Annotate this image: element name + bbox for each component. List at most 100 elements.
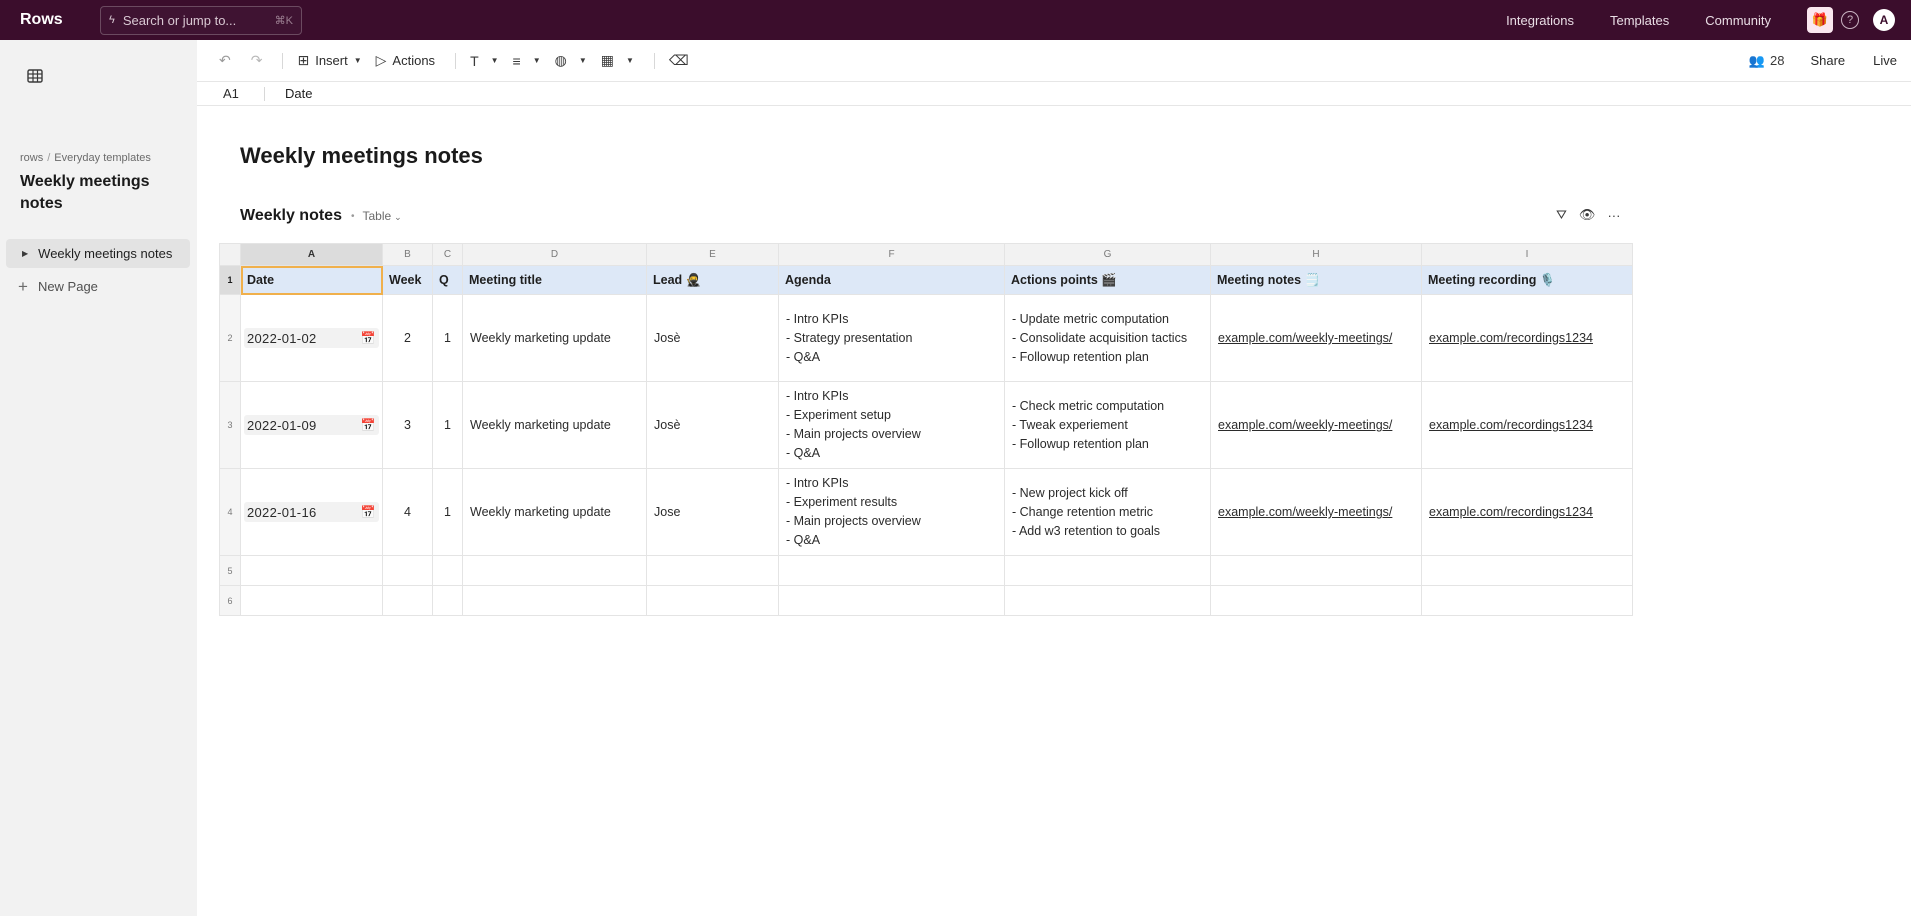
empty-cell[interactable] (240, 555, 383, 586)
redo-icon[interactable]: ↷ (251, 52, 263, 69)
meeting-recording-cell[interactable]: example.com/recordings1234 (1421, 468, 1633, 556)
eye-icon[interactable]: 👁 (1579, 207, 1596, 223)
date-picker[interactable]: 2022-01-09 📅 (244, 415, 379, 435)
avatar[interactable]: A (1873, 9, 1895, 31)
column-letter-f[interactable]: F (778, 243, 1005, 266)
quarter-cell[interactable]: 1 (432, 381, 463, 469)
meeting-title-cell[interactable]: Weekly marketing update (462, 468, 647, 556)
grid-corner[interactable] (219, 243, 241, 266)
header-cell-week[interactable]: Week (382, 265, 433, 295)
empty-cell[interactable] (1421, 585, 1633, 616)
nav-community[interactable]: Community (1705, 13, 1771, 28)
meeting-title-cell[interactable]: Weekly marketing update (462, 381, 647, 469)
meeting-recording-link[interactable]: example.com/recordings1234 (1429, 505, 1593, 519)
meeting-notes-cell[interactable]: example.com/weekly-meetings/ (1210, 294, 1422, 382)
table-name[interactable]: Weekly notes (240, 207, 342, 225)
empty-cell[interactable] (432, 585, 463, 616)
column-letter-b[interactable]: B (382, 243, 433, 266)
column-letter-h[interactable]: H (1210, 243, 1422, 266)
sidebar-page-item[interactable]: ▶ Weekly meetings notes (6, 239, 190, 268)
date-picker[interactable]: 2022-01-16 📅 (244, 502, 379, 522)
page-title[interactable]: Weekly meetings notes (240, 143, 483, 169)
lead-cell[interactable]: Josè (646, 294, 779, 382)
calendar-icon[interactable]: 📅 (361, 418, 376, 432)
empty-cell[interactable] (382, 585, 433, 616)
table-view-selector[interactable]: Table ⌄ (362, 209, 401, 223)
header-cell-lead[interactable]: Lead 🥷 (646, 265, 779, 295)
empty-cell[interactable] (1210, 585, 1422, 616)
week-cell[interactable]: 4 (382, 468, 433, 556)
empty-cell[interactable] (778, 585, 1005, 616)
agenda-cell[interactable]: - Intro KPIs - Strategy presentation - Q… (778, 294, 1005, 382)
help-icon[interactable]: ? (1841, 11, 1859, 29)
empty-cell[interactable] (1004, 555, 1211, 586)
empty-cell[interactable] (1004, 585, 1211, 616)
color-button[interactable]: ◍ ▼ (555, 52, 587, 69)
meeting-recording-link[interactable]: example.com/recordings1234 (1429, 418, 1593, 432)
lead-cell[interactable]: Josè (646, 381, 779, 469)
nav-templates[interactable]: Templates (1610, 13, 1669, 28)
header-cell-meeting-title[interactable]: Meeting title (462, 265, 647, 295)
column-letter-c[interactable]: C (432, 243, 463, 266)
empty-cell[interactable] (1421, 555, 1633, 586)
row-number[interactable]: 5 (219, 555, 241, 586)
header-cell-meeting-recording[interactable]: Meeting recording 🎙️ (1421, 265, 1633, 295)
document-title[interactable]: Weekly meetings notes (20, 171, 180, 215)
caret-right-icon[interactable]: ▶ (22, 249, 28, 258)
row-number[interactable]: 2 (219, 294, 241, 382)
date-cell[interactable]: 2022-01-16 📅 (240, 468, 383, 556)
collaborators-button[interactable]: 👥 28 (1749, 53, 1785, 69)
calendar-icon[interactable]: 📅 (361, 505, 376, 519)
empty-cell[interactable] (462, 585, 647, 616)
meeting-recording-cell[interactable]: example.com/recordings1234 (1421, 381, 1633, 469)
agenda-cell[interactable]: - Intro KPIs - Experiment results - Main… (778, 468, 1005, 556)
quarter-cell[interactable]: 1 (432, 294, 463, 382)
align-button[interactable]: ≡ ▼ (513, 53, 541, 69)
meeting-recording-link[interactable]: example.com/recordings1234 (1429, 331, 1593, 345)
brand-logo[interactable]: Rows (20, 11, 80, 29)
format-button[interactable]: ▦ ▼ (601, 52, 634, 69)
meeting-notes-cell[interactable]: example.com/weekly-meetings/ (1210, 381, 1422, 469)
header-cell-q[interactable]: Q (432, 265, 463, 295)
empty-cell[interactable] (778, 555, 1005, 586)
filter-icon[interactable]: ⛛ (1556, 207, 1567, 223)
meeting-title-cell[interactable]: Weekly marketing update (462, 294, 647, 382)
spreadsheet-icon[interactable] (26, 67, 44, 85)
column-letter-d[interactable]: D (462, 243, 647, 266)
week-cell[interactable]: 3 (382, 381, 433, 469)
formula-input[interactable]: Date (285, 86, 312, 101)
date-cell[interactable]: 2022-01-02 📅 (240, 294, 383, 382)
date-picker[interactable]: 2022-01-02 📅 (244, 328, 379, 348)
lead-cell[interactable]: Jose (646, 468, 779, 556)
meeting-notes-link[interactable]: example.com/weekly-meetings/ (1218, 505, 1392, 519)
meeting-recording-cell[interactable]: example.com/recordings1234 (1421, 294, 1633, 382)
gift-icon[interactable]: 🎁 (1807, 7, 1833, 33)
live-button[interactable]: Live (1873, 53, 1897, 68)
share-button[interactable]: Share (1810, 53, 1845, 68)
header-cell-action-points[interactable]: Actions points 🎬 (1004, 265, 1211, 295)
search-input[interactable]: ϟ Search or jump to... ⌘K (100, 5, 302, 35)
empty-cell[interactable] (462, 555, 647, 586)
breadcrumb-root[interactable]: rows (20, 152, 43, 164)
text-format-button[interactable]: T ▼ (470, 53, 498, 69)
clear-format-button[interactable]: ⌫ (669, 52, 695, 69)
action-points-cell[interactable]: - Check metric computation - Tweak exper… (1004, 381, 1211, 469)
row-number[interactable]: 4 (219, 468, 241, 556)
row-number[interactable]: 1 (219, 265, 241, 295)
meeting-notes-link[interactable]: example.com/weekly-meetings/ (1218, 418, 1392, 432)
action-points-cell[interactable]: - New project kick off - Change retentio… (1004, 468, 1211, 556)
empty-cell[interactable] (382, 555, 433, 586)
empty-cell[interactable] (1210, 555, 1422, 586)
column-letter-g[interactable]: G (1004, 243, 1211, 266)
nav-integrations[interactable]: Integrations (1506, 13, 1574, 28)
new-page-button[interactable]: + New Page (18, 278, 98, 295)
header-cell-agenda[interactable]: Agenda (778, 265, 1005, 295)
meeting-notes-cell[interactable]: example.com/weekly-meetings/ (1210, 468, 1422, 556)
more-icon[interactable]: ··· (1607, 208, 1620, 223)
empty-cell[interactable] (240, 585, 383, 616)
action-points-cell[interactable]: - Update metric computation - Consolidat… (1004, 294, 1211, 382)
quarter-cell[interactable]: 1 (432, 468, 463, 556)
calendar-icon[interactable]: 📅 (361, 331, 376, 345)
insert-button[interactable]: ⊞ Insert ▼ (297, 52, 361, 69)
date-cell[interactable]: 2022-01-09 📅 (240, 381, 383, 469)
